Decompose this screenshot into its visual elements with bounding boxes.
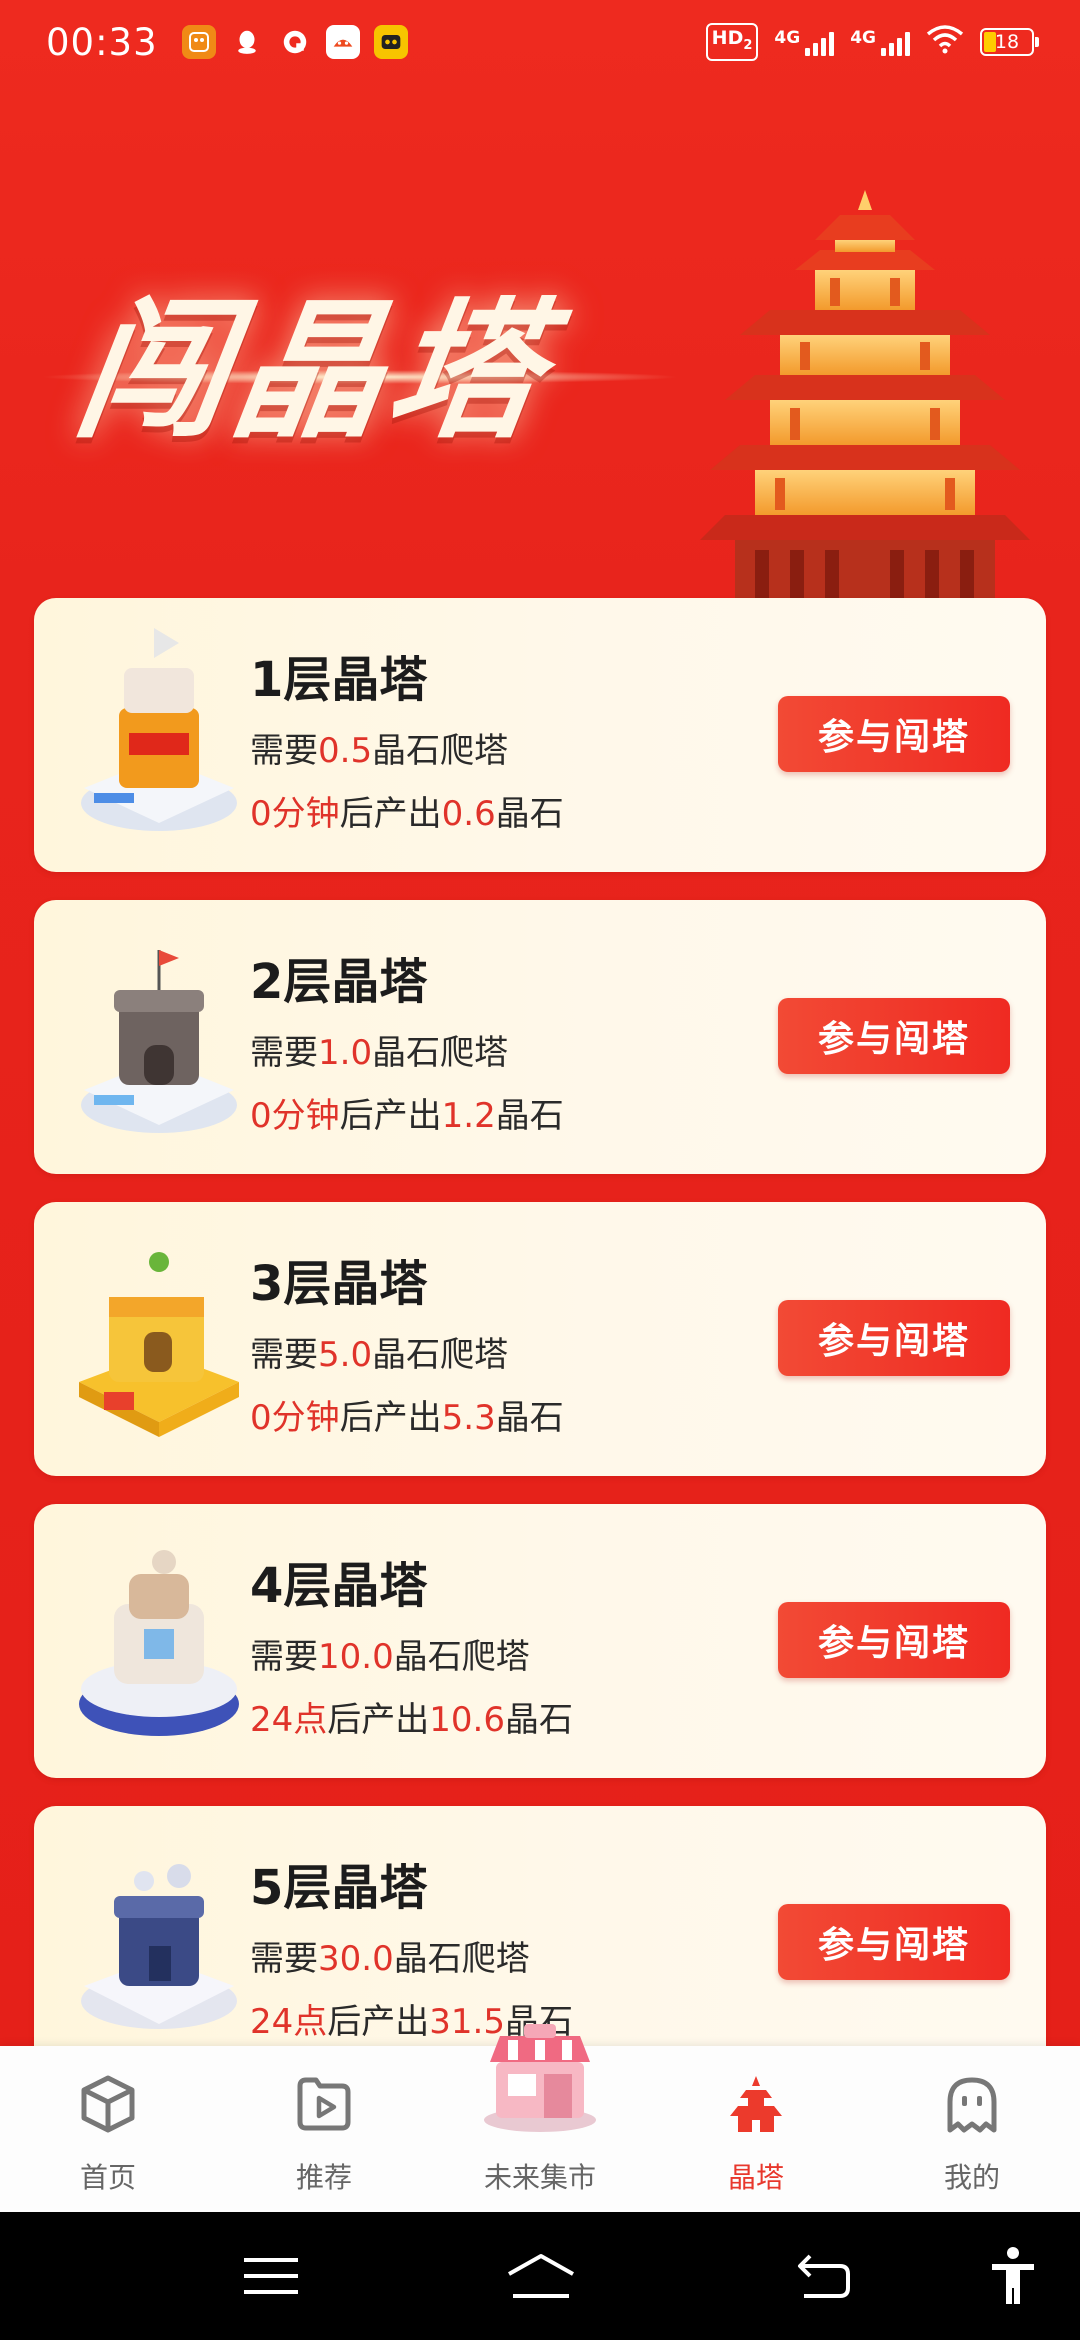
tower-level-1-image: [81, 628, 237, 831]
tower-output-text: 0分钟后产出1.2晶石: [250, 1096, 564, 1136]
join-tower-button[interactable]: 参与闯塔: [778, 1904, 1010, 1980]
tower-output-text: 0分钟后产出0.6晶石: [250, 794, 564, 834]
nav-item-recommend[interactable]: 推荐: [216, 2046, 432, 2212]
join-tower-button[interactable]: 参与闯塔: [778, 998, 1010, 1074]
tower-title: 1层晶塔: [250, 652, 428, 708]
baidu-app-icon: [181, 25, 216, 59]
tower-level-3-image: [79, 1252, 239, 1437]
banner-title: 闯晶塔: [65, 285, 559, 459]
system-nav-bar: [0, 2212, 1080, 2340]
pagoda-illustration: [700, 190, 1030, 600]
tower-level-4-image: [79, 1550, 239, 1736]
nav-item-market[interactable]: 未来集市: [432, 2024, 648, 2212]
tower-title: 2层晶塔: [250, 954, 428, 1010]
status-indicators: HD2 4G 4G 18: [705, 23, 1039, 61]
signal-icon-2: 4G: [850, 28, 910, 56]
back-icon[interactable]: [796, 2252, 852, 2300]
status-bar: 00:33 HD2 4G 4G 18: [0, 0, 1080, 84]
hd-voice-icon: HD2: [705, 23, 759, 61]
nav-label: 我的: [943, 2161, 1000, 2194]
tower-title: 3层晶塔: [250, 1256, 428, 1312]
nav-item-home[interactable]: 首页: [0, 2046, 216, 2212]
tower-icon: [730, 2076, 782, 2132]
tower-title: 5层晶塔: [250, 1860, 428, 1916]
tower-cost-text: 需要0.5晶石爬塔: [250, 731, 509, 771]
home-icon[interactable]: [505, 2252, 577, 2300]
join-tower-button[interactable]: 参与闯塔: [778, 1602, 1010, 1678]
tower-card-1: 1层晶塔 需要0.5晶石爬塔 0分钟后产出0.6晶石 参与闯塔: [34, 598, 1046, 872]
accessibility-icon[interactable]: [988, 2246, 1038, 2306]
status-app-icons: [181, 25, 408, 59]
nav-label: 推荐: [295, 2161, 352, 2194]
market-icon: [484, 2024, 596, 2132]
nav-item-tower[interactable]: 晶塔: [648, 2046, 864, 2212]
status-time: 00:33: [46, 20, 158, 64]
nav-label: 首页: [79, 2161, 136, 2194]
game-icon: [373, 25, 408, 59]
nav-label: 未来集市: [483, 2161, 596, 2194]
menu-icon[interactable]: [244, 2256, 298, 2296]
tower-cost-text: 需要5.0晶石爬塔: [250, 1335, 509, 1375]
quark-icon: [278, 25, 312, 59]
bottom-nav: 首页 推荐 未来集市 晶塔 我的: [0, 2024, 1080, 2212]
cube-icon: [81, 2075, 135, 2133]
tower-cost-text: 需要10.0晶石爬塔: [250, 1637, 530, 1677]
tower-level-2-image: [81, 950, 237, 1133]
tower-cost-text: 需要1.0晶石爬塔: [250, 1033, 509, 1073]
wifi-icon: [926, 24, 964, 59]
tower-level-5-image: [81, 1864, 237, 2029]
tower-title: 4层晶塔: [250, 1558, 428, 1614]
signal-icon-1: 4G: [774, 28, 835, 56]
play-icon: [297, 2077, 351, 2131]
taobao-icon: [325, 25, 360, 59]
join-tower-button[interactable]: 参与闯塔: [778, 1300, 1010, 1376]
join-tower-button[interactable]: 参与闯塔: [778, 696, 1010, 772]
qq-icon: [230, 25, 264, 59]
nav-item-profile[interactable]: 我的: [864, 2046, 1080, 2212]
nav-label: 晶塔: [727, 2161, 784, 2194]
tower-card-3: 3层晶塔 需要5.0晶石爬塔 0分钟后产出5.3晶石 参与闯塔: [34, 1202, 1046, 1476]
tower-output-text: 24点后产出10.6晶石: [250, 1700, 573, 1740]
tower-output-text: 0分钟后产出5.3晶石: [250, 1398, 564, 1438]
tower-cost-text: 需要30.0晶石爬塔: [250, 1939, 530, 1979]
tower-card-2: 2层晶塔 需要1.0晶石爬塔 0分钟后产出1.2晶石 参与闯塔: [34, 900, 1046, 1174]
tower-card-4: 4层晶塔 需要10.0晶石爬塔 24点后产出10.6晶石 参与闯塔: [34, 1504, 1046, 1778]
battery-icon: 18: [980, 27, 1039, 56]
profile-icon: [947, 2077, 997, 2133]
